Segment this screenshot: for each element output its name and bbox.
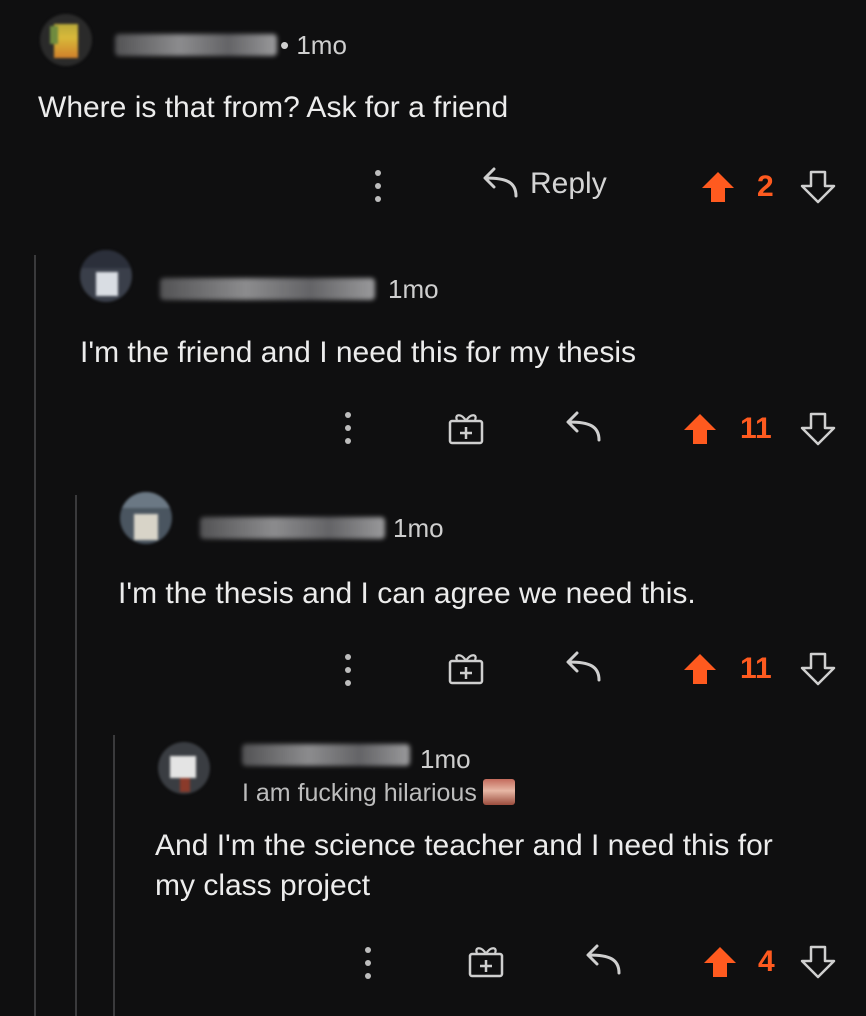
reply-arrow-icon <box>586 944 621 975</box>
thread-line-level-3[interactable] <box>113 735 115 1016</box>
upvote-arrow-icon[interactable] <box>682 412 718 446</box>
downvote-arrow-icon[interactable] <box>800 412 836 446</box>
award-button[interactable] <box>446 410 486 446</box>
timestamp: • 1mo <box>280 30 347 60</box>
more-options-button[interactable] <box>342 652 354 688</box>
thread-line-level-2[interactable] <box>75 495 77 1016</box>
reply-button[interactable]: Reply <box>480 166 607 202</box>
user-flair: I am fucking hilarious <box>242 779 515 808</box>
reply-button[interactable] <box>583 943 623 979</box>
reply-arrow-icon <box>483 167 518 198</box>
vote-count: 4 <box>758 945 775 978</box>
comment-body-line: I'm the friend and I need this for my th… <box>80 336 636 369</box>
gift-icon <box>448 654 484 685</box>
username[interactable] <box>242 744 410 766</box>
comment-thread: • 1mo Where is that from? Ask for a frie… <box>0 0 866 1016</box>
user-flair-text: I am fucking hilarious <box>242 779 477 807</box>
upvote-arrow-icon[interactable] <box>682 652 718 686</box>
upvote-arrow-icon[interactable] <box>702 945 738 979</box>
comment-body-line: And I'm the science teacher and I need t… <box>155 829 773 862</box>
more-options-button[interactable] <box>372 168 384 204</box>
overflow-dots-icon <box>375 170 381 202</box>
gift-icon <box>448 414 484 445</box>
username[interactable] <box>200 517 385 539</box>
vote-count: 11 <box>740 412 772 445</box>
more-options-button[interactable] <box>362 945 374 981</box>
comment-body-line: my class project <box>155 869 371 902</box>
comment-body-line: Where is that from? Ask for a friend <box>38 91 509 124</box>
comment-body: Where is that from? Ask for a friend <box>38 88 508 128</box>
downvote-arrow-icon[interactable] <box>800 945 836 979</box>
gift-icon <box>468 947 504 978</box>
award-button[interactable] <box>466 943 506 979</box>
overflow-dots-icon <box>345 412 351 444</box>
reply-button[interactable] <box>563 410 603 446</box>
username[interactable] <box>115 34 277 56</box>
reply-button[interactable] <box>563 650 603 686</box>
reply-arrow-icon <box>566 651 601 682</box>
avatar[interactable] <box>158 742 210 794</box>
downvote-arrow-icon[interactable] <box>800 652 836 686</box>
username[interactable] <box>160 278 375 300</box>
reply-arrow-icon <box>566 411 601 442</box>
upvote-arrow-icon[interactable] <box>700 170 736 204</box>
avatar[interactable] <box>80 250 132 302</box>
vote-count: 2 <box>757 170 774 203</box>
overflow-dots-icon <box>365 947 371 979</box>
timestamp: 1mo <box>388 274 439 304</box>
more-options-button[interactable] <box>342 410 354 446</box>
timestamp: 1mo <box>393 513 444 543</box>
thread-line-level-1[interactable] <box>34 255 36 1016</box>
comment-body: I'm the friend and I need this for my th… <box>80 333 636 373</box>
comment-body-line: I'm the thesis and I can agree we need t… <box>118 577 696 610</box>
vote-count: 11 <box>740 652 772 685</box>
flair-emoji-icon <box>482 779 515 805</box>
overflow-dots-icon <box>345 654 351 686</box>
downvote-arrow-icon[interactable] <box>800 170 836 204</box>
avatar[interactable] <box>40 14 92 66</box>
avatar[interactable] <box>120 492 172 544</box>
comment-body: And I'm the science teacher and I need t… <box>155 826 773 906</box>
comment-body: I'm the thesis and I can agree we need t… <box>118 574 696 614</box>
reply-label: Reply <box>530 167 607 200</box>
timestamp: 1mo <box>420 744 471 774</box>
award-button[interactable] <box>446 650 486 686</box>
